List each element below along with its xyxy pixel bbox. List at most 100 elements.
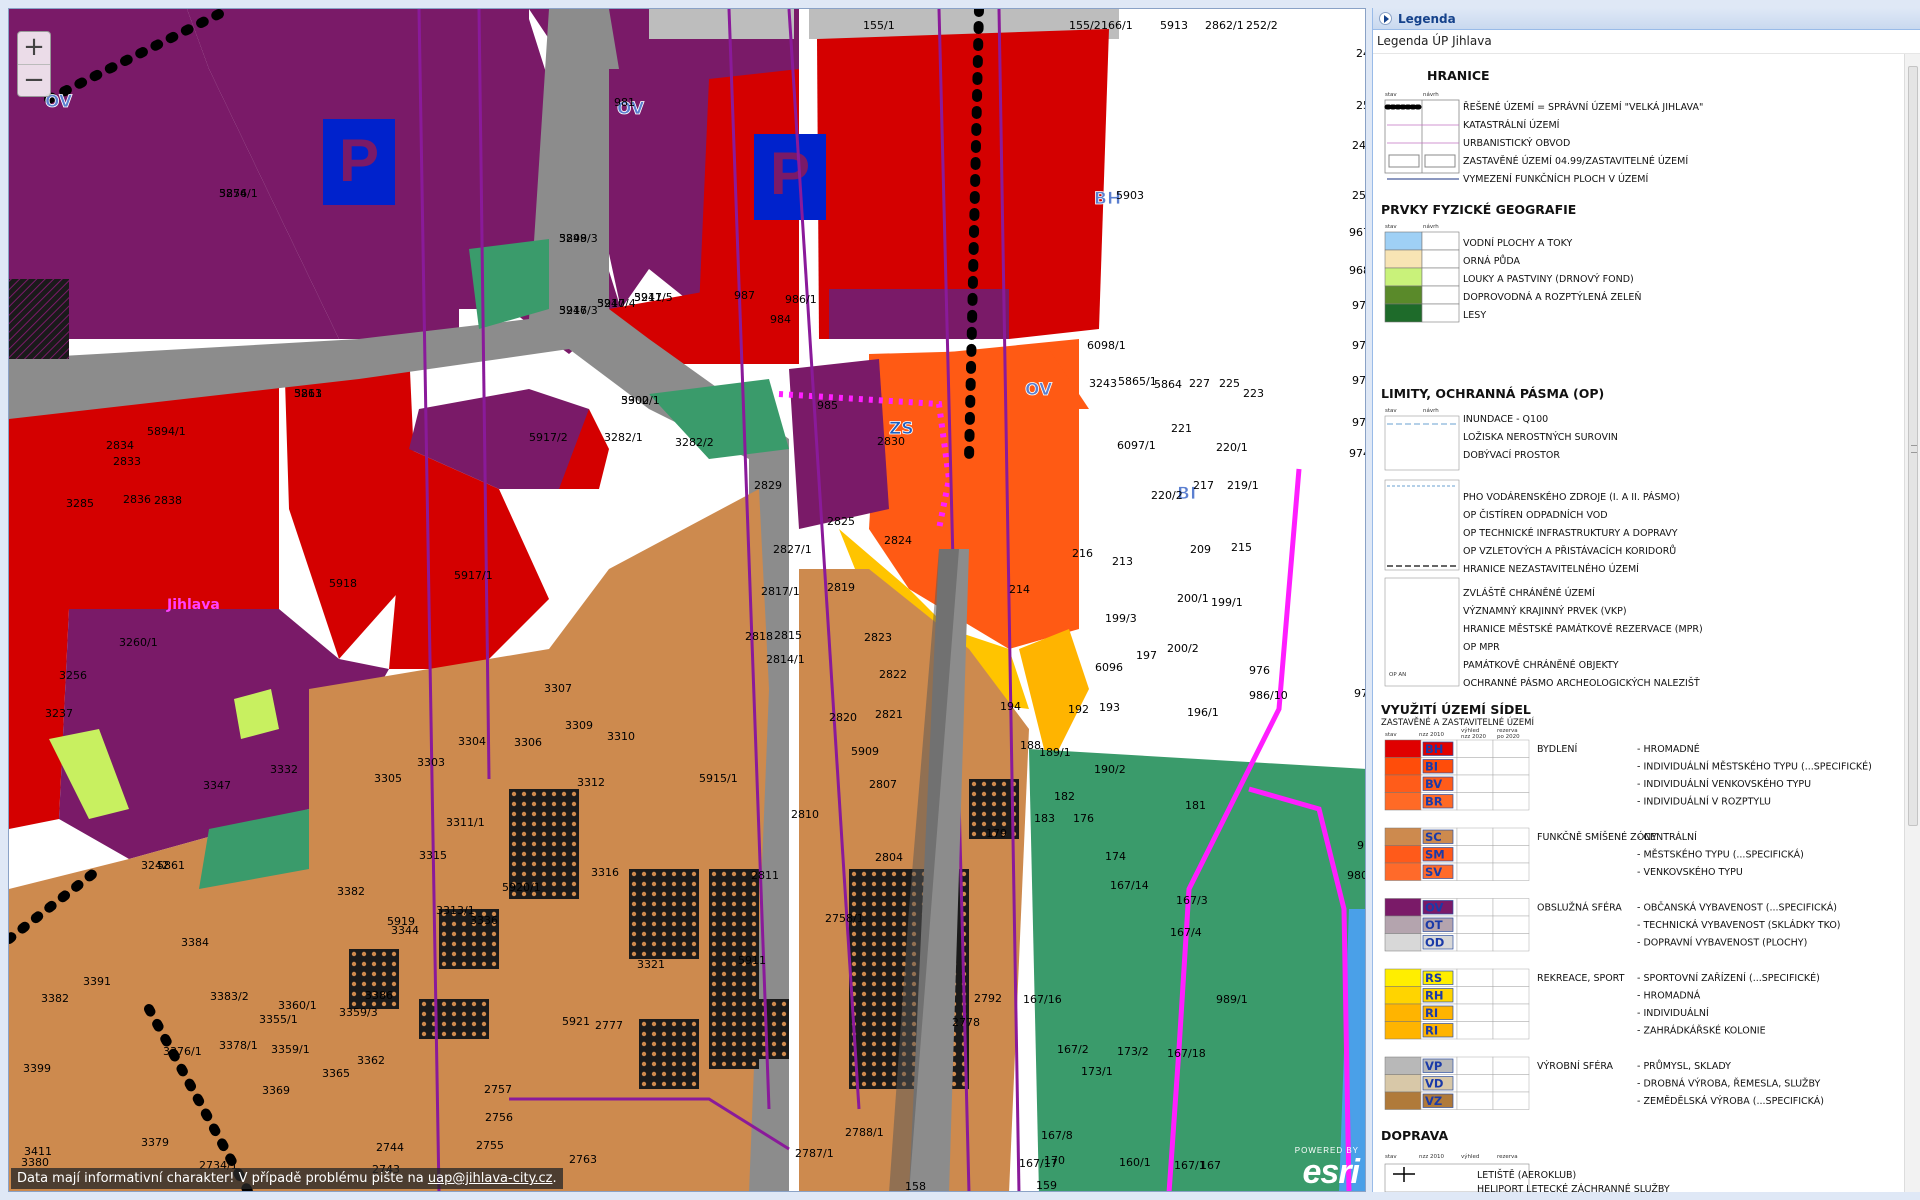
parcel-label: 176 <box>1073 812 1094 825</box>
parcel-label: 256/1 <box>1352 189 1366 202</box>
legend-section-subtitle: ZASTAVĚNÉ A ZASTAVITELNÉ ÚZEMÍ <box>1381 716 1534 728</box>
parcel-label: 6096 <box>1095 661 1123 674</box>
parcel-label: 241/48 <box>1356 47 1366 60</box>
parcel-label: 3382 <box>41 992 69 1005</box>
zone-ov-strip[interactable] <box>829 289 1009 339</box>
legend-item-label: PAMÁTKOVĚ CHRÁNĚNÉ OBJEKTY <box>1463 659 1619 671</box>
zone-ov-east[interactable] <box>789 359 889 529</box>
legend-header[interactable]: Legenda <box>1373 8 1920 30</box>
map-application: P P OV OV OV BH BI ZS Jihlava 5876/1 589… <box>0 0 1920 1200</box>
legend-scrollbar-thumb[interactable] <box>1908 66 1918 826</box>
parcel-label: 200/2 <box>1167 642 1199 655</box>
parcel-label: 6098/1 <box>1087 339 1126 352</box>
legend-item-label: - INDIVIDUÁLNÍ <box>1637 1007 1709 1019</box>
zone-gray-top <box>649 9 794 39</box>
legend-item-label: - PRŮMYSL, SKLADY <box>1637 1060 1731 1072</box>
parcel-label: 3369 <box>262 1084 290 1097</box>
legend-item-label: - VENKOVSKÉHO TYPU <box>1637 866 1743 878</box>
parcel-label: 3316 <box>591 866 619 879</box>
parcel-label: 190/2 <box>1094 763 1126 776</box>
parcel-label: 5909 <box>851 745 879 758</box>
parcel-label: 2811 <box>751 869 779 882</box>
legend-zone-code: BV <box>1425 777 1442 791</box>
disclaimer-email-link[interactable]: uap@jihlava-city.cz <box>428 1171 553 1186</box>
parcel-label: 2819 <box>827 581 855 594</box>
parcel-label: 167/16 <box>1023 993 1062 1006</box>
parcel-label: 986/1 <box>785 293 817 306</box>
parcel-label: 220/1 <box>1216 441 1248 454</box>
parcel-label: 160/1 <box>1119 1156 1151 1169</box>
parcel-label: 3315 <box>419 849 447 862</box>
parcel-label: 5917/2 <box>529 431 568 444</box>
parcel-label: 3211 <box>294 387 322 400</box>
legend-graphic: HRANICE stav návrh ŘEŠENÉ ÚZEMÍ = SPRÁVNÍ Ú… <box>1381 68 1872 1192</box>
parcel-label: 985 <box>817 399 838 412</box>
esri-name: esri <box>1302 1153 1361 1191</box>
parcel-label: 968/1 <box>1349 264 1366 277</box>
parcel-label: 2814/1 <box>766 653 805 666</box>
zoning-map-canvas[interactable]: P P OV OVOVBHBIZSJihlava 5876/15899/3591… <box>9 9 1366 1192</box>
parcel-label: 3300 <box>621 394 649 407</box>
legend-item-label: INUNDACE - Q100 <box>1463 414 1548 425</box>
legend-item-label: URBANISTICKÝ OBVOD <box>1463 137 1570 149</box>
legend-item-label: - OBČANSKÁ VYBAVENOST (...SPECIFICKÁ) <box>1637 902 1837 914</box>
parcel-label: 5903 <box>1116 189 1144 202</box>
legend-title: Legenda <box>1398 11 1456 26</box>
parcel-label: 215 <box>1231 541 1252 554</box>
parcel-label: 3309 <box>565 719 593 732</box>
legend-group-name: BYDLENÍ <box>1537 743 1578 755</box>
parcel-label: 3321 <box>637 958 665 971</box>
parcel-label: 3241 <box>634 291 662 304</box>
zoom-out-button[interactable]: − <box>18 64 50 96</box>
parcel-label: 2836 <box>123 493 151 506</box>
parcel-label: 3237 <box>45 707 73 720</box>
parcel-label: 182 <box>1054 790 1075 803</box>
parcel-label: 2817/1 <box>761 585 800 598</box>
parcel-label: 167/8 <box>1041 1129 1073 1142</box>
parcel-label: 5864 <box>1154 378 1182 391</box>
parcel-label: 167/18 <box>1167 1047 1206 1060</box>
parcel-label: 967 <box>1349 226 1366 239</box>
parcel-label: 3332 <box>270 763 298 776</box>
parcel-label: 3307 <box>544 682 572 695</box>
legend-zone-code: RI <box>1425 1006 1438 1020</box>
legend-zone-code: RS <box>1425 971 1442 985</box>
legend-zone-code: VD <box>1425 1077 1443 1091</box>
parcel-label: 181 <box>1185 799 1206 812</box>
parcel-label: 980 <box>1347 869 1366 882</box>
legend-scrollbar[interactable] <box>1904 54 1920 1192</box>
parcel-label: 3384 <box>181 936 209 949</box>
legend-item-label: HRANICE NEZASTAVITELNÉHO ÚZEMÍ <box>1463 563 1639 575</box>
map-view[interactable]: P P OV OV OV BH BI ZS Jihlava 5876/1 589… <box>8 8 1366 1192</box>
esri-logo[interactable]: POWERED BY esri <box>1295 1146 1361 1191</box>
parcel-label: 199/1 <box>1211 596 1243 609</box>
legend-zone-code: OT <box>1425 918 1443 932</box>
parcel-label: 2788/1 <box>845 1126 884 1139</box>
parcel-label: 3311/1 <box>446 816 485 829</box>
zoom-control: + − <box>17 31 51 97</box>
parcel-label: 155/1 <box>863 19 895 32</box>
collapse-toggle-icon[interactable] <box>1379 12 1392 25</box>
parcel-label: 3386 <box>365 989 393 1002</box>
parcel-label: 173/2 <box>1117 1045 1149 1058</box>
parcel-label: 196/1 <box>1187 706 1219 719</box>
parcel-label: 3378/1 <box>219 1039 258 1052</box>
parcel-label: 2810 <box>791 808 819 821</box>
zoom-in-button[interactable]: + <box>18 32 50 64</box>
parcel-label: 167 <box>1200 1159 1221 1172</box>
parcel-label: 3310 <box>607 730 635 743</box>
parcel-label: 976 <box>1249 664 1270 677</box>
parcel-label: 2777 <box>595 1019 623 1032</box>
parcel-label: 3282/1 <box>604 431 643 444</box>
parcel-label: 252/2 <box>1246 19 1278 32</box>
legend-item-label: VÝZNAMNÝ KRAJINNÝ PRVEK (VKP) <box>1463 605 1627 617</box>
legend-column-header: stav <box>1385 1154 1397 1160</box>
parcel-label: 5917/1 <box>454 569 493 582</box>
legend-column-header: nzz 2010 <box>1419 732 1445 738</box>
legend-group-name: REKREACE, SPORT <box>1537 973 1625 984</box>
legend-group-name: OBSLUŽNÁ SFÉRA <box>1537 902 1622 914</box>
parcel-label: 3285 <box>66 497 94 510</box>
zone-label-jihlava: Jihlava <box>166 597 220 613</box>
parcel-label: 3260/1 <box>119 636 158 649</box>
parcel-label: 200/1 <box>1177 592 1209 605</box>
